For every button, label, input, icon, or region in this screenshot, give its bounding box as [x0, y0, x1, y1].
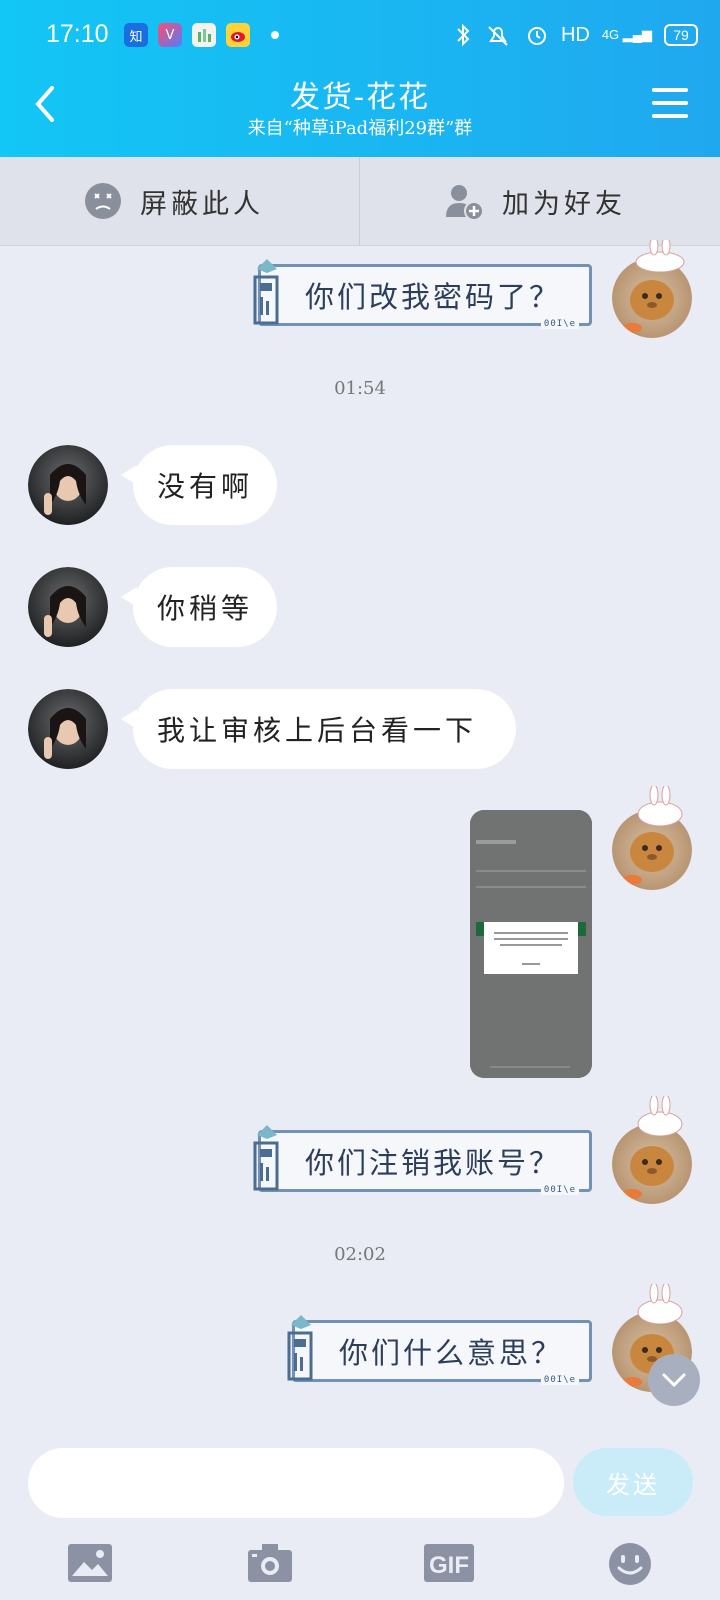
self-avatar[interactable] [612, 1124, 692, 1204]
bunny-decoration-icon [637, 1096, 683, 1136]
cat-avatar-image [612, 1124, 692, 1204]
status-indicators: HD 4G ▂▄▆ 79 [455, 20, 698, 50]
bunny-decoration-icon [637, 1284, 683, 1324]
signal-indicator: 4G ▂▄▆ [601, 27, 652, 42]
block-user-label: 屏蔽此人 [140, 188, 264, 220]
add-friend-icon [446, 185, 484, 221]
emoji-button[interactable] [608, 1542, 656, 1585]
gif-button[interactable]: GIF [424, 1542, 474, 1584]
bubble-tag: 00I\e [540, 1375, 579, 1385]
chevron-down-icon [662, 1373, 686, 1388]
status-bar: 17:10 知 V HD 4G ▂▄▆ 79 [0, 0, 720, 70]
vibrate-mute-icon [488, 26, 508, 46]
status-time: 17:10 [46, 20, 109, 48]
chat-title: 发货-花花 [289, 80, 431, 115]
battery-indicator: 79 [664, 24, 698, 46]
contact-avatar[interactable] [28, 689, 108, 769]
image-icon [68, 1544, 112, 1582]
bluetooth-icon [457, 23, 470, 47]
camera-icon [248, 1544, 292, 1582]
camera-button[interactable] [246, 1542, 294, 1584]
header-bar: 17:10 知 V HD 4G ▂▄▆ 79 发货-花花 来自“种草iPad福利… [0, 0, 720, 157]
menu-button[interactable] [652, 88, 688, 118]
contact-avatar[interactable] [28, 567, 108, 647]
chat-subtitle: 来自“种草iPad福利29群”群 [247, 118, 473, 139]
composer-area: 发送 GIF [0, 1430, 720, 1600]
message-bubble-incoming[interactable]: 你稍等 [121, 567, 277, 647]
add-friend-button[interactable]: 加为好友 [444, 157, 626, 245]
bunny-decoration-icon [635, 240, 685, 272]
gif-icon: GIF [424, 1544, 474, 1582]
message-text: 你们什么意思？ [339, 1336, 564, 1370]
bubble-tag: 00I\e [540, 1185, 579, 1195]
message-input[interactable] [28, 1448, 564, 1518]
bubble-decoration-icon [287, 1315, 313, 1381]
bunny-decoration-icon [637, 786, 683, 826]
message-text: 你们改我密码了？ [305, 280, 562, 314]
message-bubble-outgoing[interactable]: 你们什么意思？ 00I\e [287, 1315, 592, 1385]
girl-avatar-image [28, 567, 108, 647]
message-text: 我让审核上后台看一下 [157, 714, 478, 747]
screenshot-thumbnail [470, 810, 592, 1078]
girl-avatar-image [28, 689, 108, 769]
action-divider [359, 157, 360, 245]
message-timestamp: 02:02 [334, 1244, 386, 1265]
girl-avatar-image [28, 445, 108, 525]
add-friend-label: 加为好友 [502, 188, 626, 220]
bubble-decoration-icon [253, 1125, 279, 1191]
message-text: 你们注销我账号？ [305, 1146, 562, 1180]
bubble-decoration-icon [253, 259, 279, 325]
notification-dot [271, 31, 279, 39]
image-picker-button[interactable] [66, 1542, 114, 1584]
game-app-icon [192, 23, 216, 47]
zhihu-app-icon: 知 [124, 23, 148, 47]
emoji-icon [609, 1543, 651, 1585]
message-text: 没有啊 [157, 470, 254, 503]
weibo-app-icon [226, 23, 250, 47]
message-bubble-outgoing[interactable]: 你们改我密码了？ 00I\e [253, 259, 592, 329]
message-timestamp: 01:54 [334, 378, 386, 399]
message-text: 你稍等 [157, 592, 254, 625]
send-button[interactable]: 发送 [573, 1448, 693, 1516]
video-app-icon: V [158, 23, 182, 47]
hd-indicator: HD [560, 23, 590, 46]
block-user-button[interactable]: 屏蔽此人 [84, 157, 264, 245]
bubble-tag: 00I\e [540, 319, 579, 329]
block-face-icon [85, 183, 121, 219]
contact-avatar[interactable] [28, 445, 108, 525]
image-message[interactable] [470, 810, 592, 1078]
action-bar: 屏蔽此人 加为好友 [0, 157, 720, 246]
message-bubble-incoming[interactable]: 我让审核上后台看一下 [121, 689, 516, 769]
scroll-to-bottom-button[interactable] [648, 1354, 700, 1406]
message-bubble-outgoing[interactable]: 你们注销我账号？ 00I\e [253, 1125, 592, 1195]
alarm-icon [527, 27, 546, 45]
message-bubble-incoming[interactable]: 没有啊 [121, 445, 277, 525]
gif-label: GIF [429, 1552, 469, 1579]
